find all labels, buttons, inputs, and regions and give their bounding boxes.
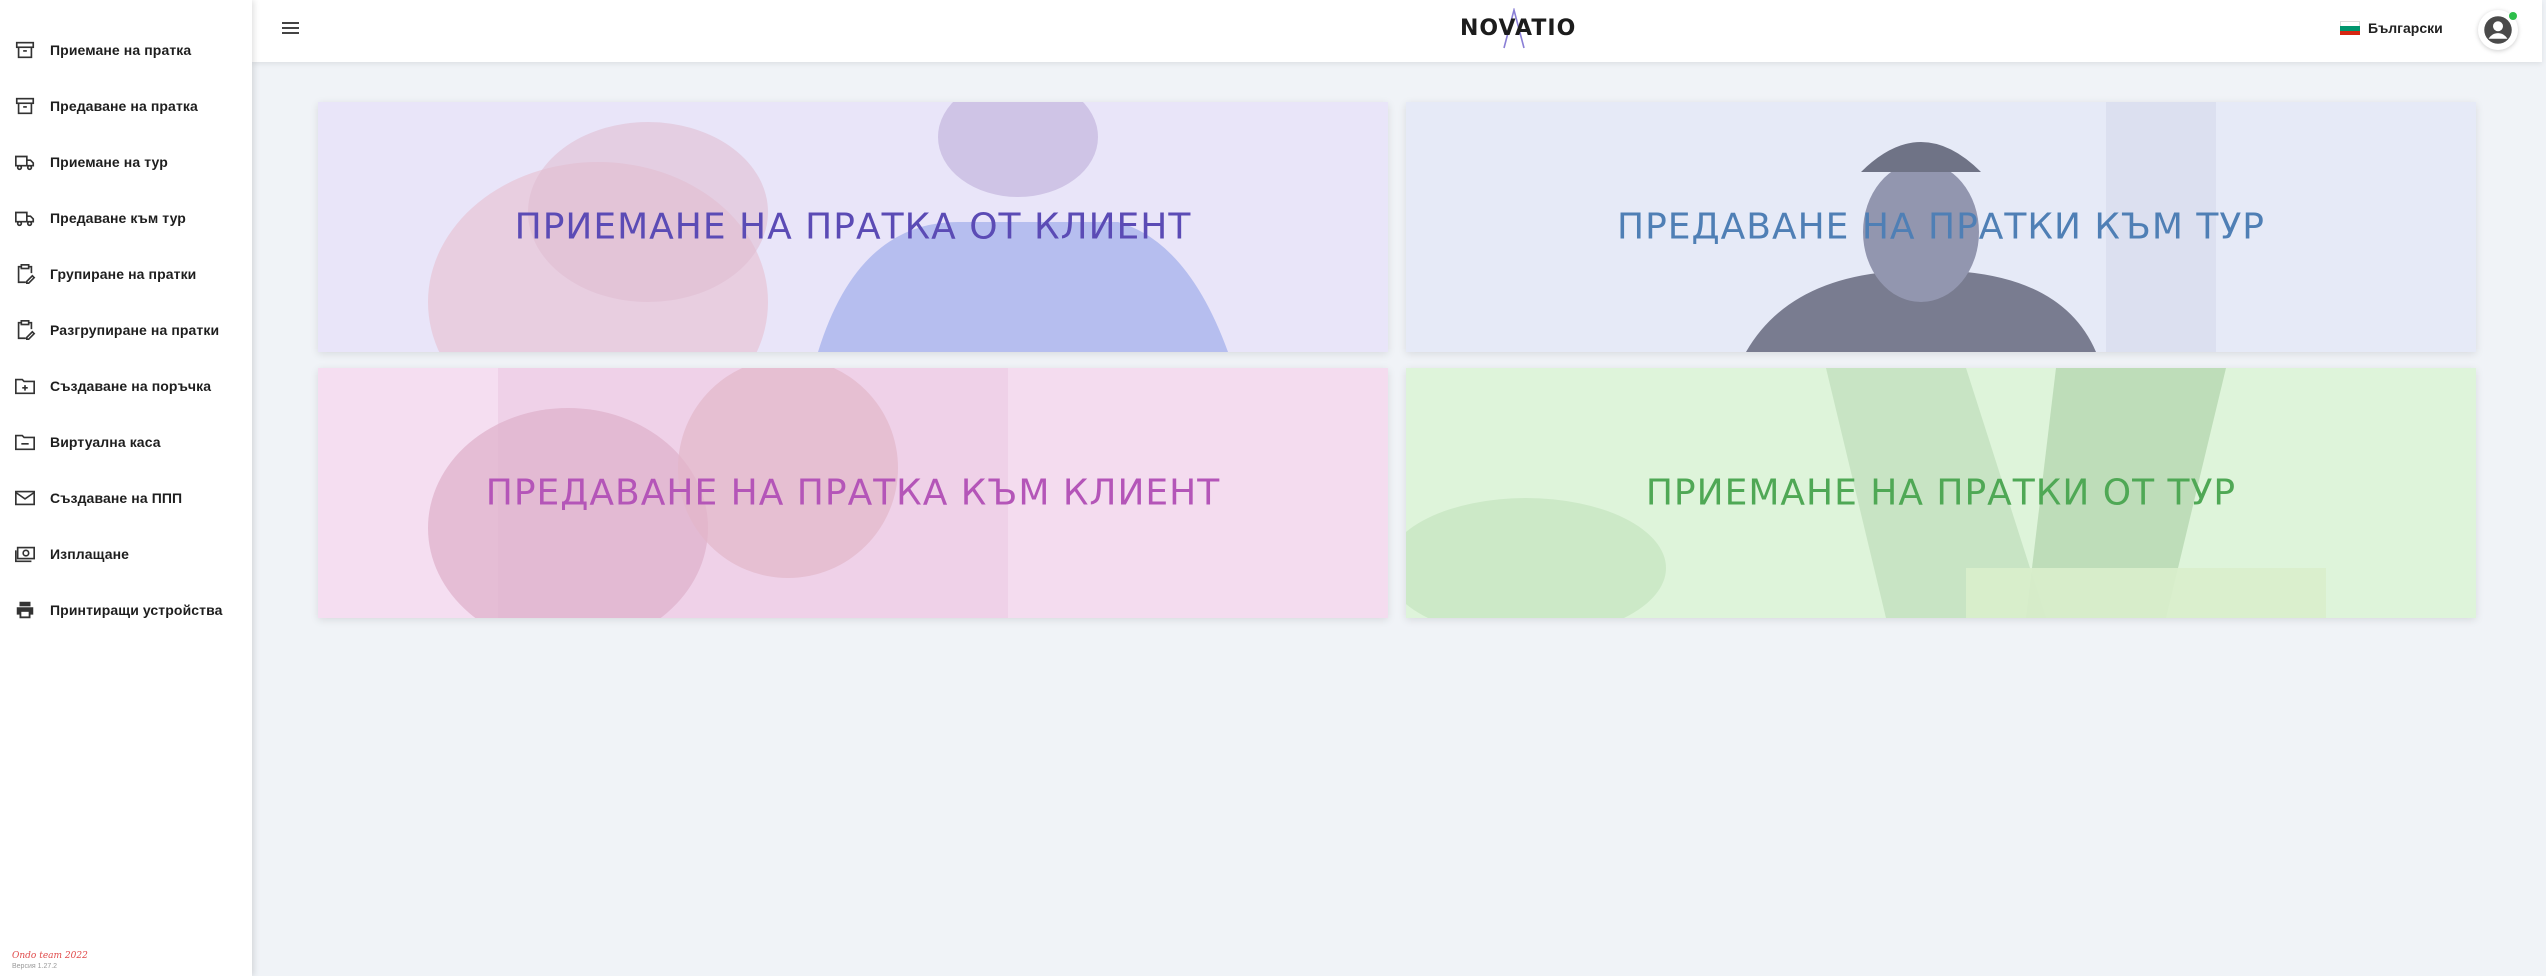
footer-brand: Ondo team 2022 <box>12 951 88 961</box>
sidebar-item-receive-shipment[interactable]: Приемане на пратка <box>0 22 252 78</box>
bulgaria-flag-icon <box>2340 21 2360 35</box>
menu-toggle-icon[interactable] <box>282 19 302 39</box>
truck-icon <box>14 207 36 229</box>
user-avatar-button[interactable] <box>2478 10 2518 50</box>
sidebar-item-label: Създаване на ППП <box>50 490 183 506</box>
sidebar-item-ungroup-shipments[interactable]: Разгрупиране на пратки <box>0 302 252 358</box>
card-title: ПРИЕМАНЕ НА ПРАТКА ОТ КЛИЕНТ <box>514 206 1192 248</box>
sidebar-item-group-shipments[interactable]: Групиране на пратки <box>0 246 252 302</box>
folder-icon <box>14 431 36 453</box>
sidebar-item-printers[interactable]: Принтиращи устройства <box>0 582 252 638</box>
sidebar-item-label: Създаване на поръчка <box>50 378 212 394</box>
truck-icon <box>14 151 36 173</box>
sidebar-item-label: Принтиращи устройства <box>50 602 223 618</box>
online-status-dot <box>2509 12 2517 20</box>
clipboard-edit-icon <box>14 319 36 341</box>
card-title: ПРЕДАВАНЕ НА ПРАТКА КЪМ КЛИЕНТ <box>485 472 1221 514</box>
language-selector[interactable]: Български <box>2340 20 2443 36</box>
printer-icon <box>14 599 36 621</box>
sidebar-item-receive-tour[interactable]: Приемане на тур <box>0 134 252 190</box>
sidebar-item-label: Приемане на пратка <box>50 42 192 58</box>
card-title: ПРЕДАВАНЕ НА ПРАТКИ КЪМ ТУР <box>1617 206 2265 248</box>
clipboard-edit-icon <box>14 263 36 285</box>
envelope-icon <box>14 487 36 509</box>
card-receive-from-client[interactable]: ПРИЕМАНЕ НА ПРАТКА ОТ КЛИЕНТ <box>318 102 1388 352</box>
card-hand-over-to-tour[interactable]: ПРЕДАВАНЕ НА ПРАТКИ КЪМ ТУР <box>1406 102 2476 352</box>
sidebar-item-virtual-cash[interactable]: Виртуална каса <box>0 414 252 470</box>
sidebar-item-label: Изплащане <box>50 546 130 562</box>
sidebar-item-label: Предаване към тур <box>50 210 186 226</box>
app-logo: NOVATIO <box>1460 8 1575 52</box>
cash-icon <box>14 543 36 565</box>
sidebar-footer: Ondo team 2022 Версия 1.27.2 <box>12 951 88 970</box>
sidebar-item-label: Приемане на тур <box>50 154 168 170</box>
sidebar-item-label: Виртуална каса <box>50 434 161 450</box>
language-label: Български <box>2368 20 2443 36</box>
folder-plus-icon <box>14 375 36 397</box>
sidebar-item-create-ppp[interactable]: Създаване на ППП <box>0 470 252 526</box>
user-circle-icon <box>2484 16 2512 44</box>
sidebar-item-hand-over-shipment[interactable]: Предаване на пратка <box>0 78 252 134</box>
archive-icon <box>14 39 36 61</box>
logo-text: NOVATIO <box>1460 16 1577 41</box>
card-receive-from-tour[interactable]: ПРИЕМАНЕ НА ПРАТКИ ОТ ТУР <box>1406 368 2476 618</box>
footer-version: Версия 1.27.2 <box>12 963 58 970</box>
sidebar-item-payout[interactable]: Изплащане <box>0 526 252 582</box>
archive-icon <box>14 95 36 117</box>
top-bar: NOVATIO Български <box>252 0 2542 62</box>
sidebar-item-label: Предаване на пратка <box>50 98 198 114</box>
card-title: ПРИЕМАНЕ НА ПРАТКИ ОТ ТУР <box>1645 472 2237 514</box>
sidebar-item-label: Групиране на пратки <box>50 266 197 282</box>
sidebar-item-create-order[interactable]: Създаване на поръчка <box>0 358 252 414</box>
card-hand-over-to-client[interactable]: ПРЕДАВАНЕ НА ПРАТКА КЪМ КЛИЕНТ <box>318 368 1388 618</box>
sidebar-item-hand-over-to-tour[interactable]: Предаване към тур <box>0 190 252 246</box>
sidebar: Приемане на пратка Предаване на пратка П… <box>0 0 252 976</box>
sidebar-item-label: Разгрупиране на пратки <box>50 322 220 338</box>
sidebar-menu: Приемане на пратка Предаване на пратка П… <box>0 0 252 638</box>
